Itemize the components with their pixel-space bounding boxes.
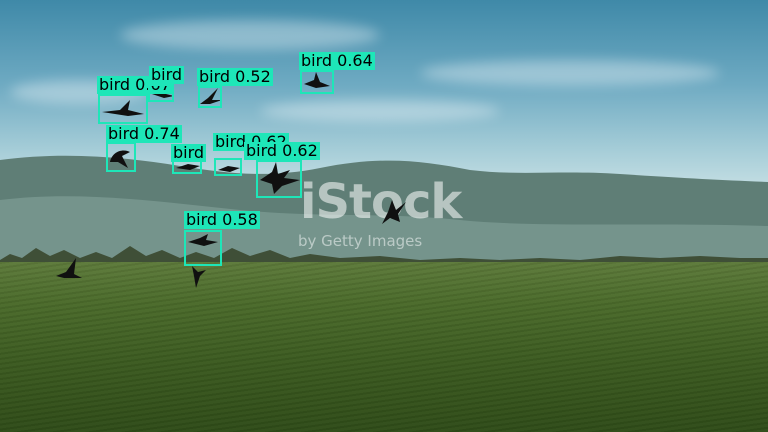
- bird-silhouette: [56, 258, 82, 278]
- cloud: [120, 20, 380, 50]
- detection-score: 0.62: [282, 141, 318, 160]
- detection-label: bird 0.64: [299, 52, 375, 70]
- detection-score: 0.64: [337, 51, 373, 70]
- detection-label: bird: [149, 65, 185, 84]
- detection-score: 0.74: [144, 124, 180, 143]
- detection-class: bird: [151, 65, 183, 84]
- detection-class: bird: [99, 75, 131, 94]
- detection-box: [106, 142, 136, 172]
- detection-box: [198, 86, 222, 108]
- watermark-subtitle: by Getty Images: [298, 232, 423, 250]
- bird-silhouette: [192, 266, 206, 288]
- grass-field: [0, 262, 768, 432]
- detection-class: bird: [186, 210, 218, 229]
- detection-label: bird: [171, 143, 207, 162]
- detection-class: bird: [301, 51, 333, 70]
- detection-box: [256, 160, 302, 198]
- detection-label: bird 0.74: [106, 125, 182, 143]
- detection-class: bird: [199, 67, 231, 86]
- bird-silhouette: [382, 200, 406, 224]
- detection-class: bird: [108, 124, 140, 143]
- detection-class: bird: [246, 141, 278, 160]
- detection-box: [300, 70, 334, 94]
- detection-class: bird: [173, 143, 205, 162]
- cloud: [260, 100, 500, 122]
- scene: iStock by Getty Images bird 0.67 bird bi…: [0, 0, 768, 432]
- detection-score: 0.52: [235, 67, 271, 86]
- detection-label: bird 0.62: [244, 142, 320, 160]
- detection-box: [148, 84, 174, 102]
- detection-box: [184, 230, 222, 266]
- detection-label: bird 0.58: [184, 211, 260, 229]
- detection-box: [214, 158, 242, 176]
- detection-box: [98, 94, 148, 124]
- detection-class: bird: [215, 132, 247, 151]
- detection-label: bird 0.52: [197, 68, 273, 86]
- cloud: [420, 60, 720, 86]
- detection-score: 0.58: [222, 210, 258, 229]
